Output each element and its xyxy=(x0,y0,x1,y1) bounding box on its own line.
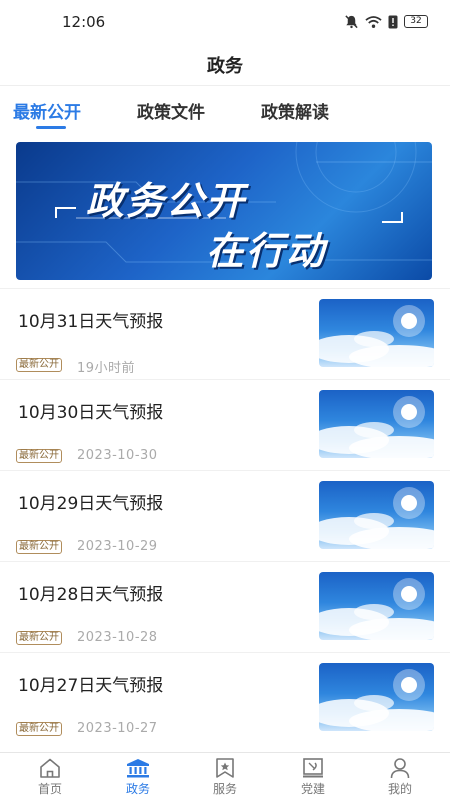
nav-government[interactable]: 政务 xyxy=(108,757,168,797)
item-tag: 最新公开 xyxy=(16,540,62,554)
sun-clouds-image xyxy=(319,305,434,367)
weather-thumbnail xyxy=(319,390,434,458)
news-list: 10月31日天气预报 最新公开 19小时前 10月30日天气预报 最新公开 20… xyxy=(0,288,450,743)
item-tag: 最新公开 xyxy=(16,449,62,463)
status-bar: 12:06 32 xyxy=(0,0,450,44)
banner-headline: 政务公开 xyxy=(86,179,247,223)
weather-thumbnail xyxy=(319,299,434,367)
government-icon xyxy=(127,759,149,778)
sun-clouds-image xyxy=(319,669,434,731)
active-tab-indicator xyxy=(36,126,66,129)
nav-mine-label: 我的 xyxy=(387,782,412,796)
nav-party-label: 党建 xyxy=(300,782,325,796)
sun-clouds-image xyxy=(319,487,434,549)
sim-alert-icon xyxy=(388,15,398,28)
mute-bell-icon xyxy=(345,15,358,29)
nav-mine[interactable]: 我的 xyxy=(370,757,430,797)
nav-home[interactable]: 首页 xyxy=(20,757,80,797)
banner-subheadline: 在行动 xyxy=(206,229,327,273)
bookmark-star-icon xyxy=(216,758,234,778)
tab-latest[interactable]: 最新公开 xyxy=(13,98,81,123)
sun-clouds-image xyxy=(319,396,434,458)
tab-policy-files[interactable]: 政策文件 xyxy=(137,98,205,123)
item-tag: 最新公开 xyxy=(16,358,62,372)
tab-bar: 最新公开 政策文件 政策解读 xyxy=(0,88,450,132)
list-item[interactable]: 10月28日天气预报 最新公开 2023-10-28 xyxy=(0,561,450,652)
status-icons: 32 xyxy=(344,14,428,29)
home-icon xyxy=(40,758,60,778)
item-title: 10月30日天气预报 xyxy=(18,403,164,423)
list-item[interactable]: 10月27日天气预报 最新公开 2023-10-27 xyxy=(0,652,450,743)
party-icon xyxy=(303,758,323,778)
status-time: 12:06 xyxy=(62,13,106,31)
item-date: 2023-10-27 xyxy=(77,721,158,736)
weather-thumbnail xyxy=(319,663,434,731)
nav-service[interactable]: 服务 xyxy=(195,757,255,797)
nav-bar: 政务 xyxy=(0,44,450,86)
nav-government-label: 政务 xyxy=(125,782,150,796)
tab-policy-interpretation[interactable]: 政策解读 xyxy=(261,98,329,123)
nav-service-label: 服务 xyxy=(212,782,237,796)
list-item[interactable]: 10月30日天气预报 最新公开 2023-10-30 xyxy=(0,379,450,470)
item-date: 19小时前 xyxy=(77,361,136,376)
battery-indicator: 32 xyxy=(404,15,428,28)
item-title: 10月29日天气预报 xyxy=(18,494,164,514)
item-tag: 最新公开 xyxy=(16,722,62,736)
sun-clouds-image xyxy=(319,578,434,640)
list-item[interactable]: 10月29日天气预报 最新公开 2023-10-29 xyxy=(0,470,450,561)
nav-home-label: 首页 xyxy=(37,782,62,796)
banner[interactable]: 政务公开 在行动 xyxy=(16,142,432,280)
item-title: 10月31日天气预报 xyxy=(18,312,164,332)
item-title: 10月27日天气预报 xyxy=(18,676,164,696)
bottom-nav: 首页 政务 服务 党建 我的 xyxy=(0,752,450,800)
user-icon xyxy=(390,758,410,779)
weather-thumbnail xyxy=(319,481,434,549)
item-date: 2023-10-30 xyxy=(77,448,158,463)
list-item[interactable]: 10月31日天气预报 最新公开 19小时前 xyxy=(0,288,450,379)
page-title: 政务 xyxy=(207,56,243,77)
item-title: 10月28日天气预报 xyxy=(18,585,164,605)
nav-party[interactable]: 党建 xyxy=(283,757,343,797)
weather-thumbnail xyxy=(319,572,434,640)
wifi-icon xyxy=(365,15,382,28)
item-tag: 最新公开 xyxy=(16,631,62,645)
item-date: 2023-10-29 xyxy=(77,539,158,554)
item-date: 2023-10-28 xyxy=(77,630,158,645)
